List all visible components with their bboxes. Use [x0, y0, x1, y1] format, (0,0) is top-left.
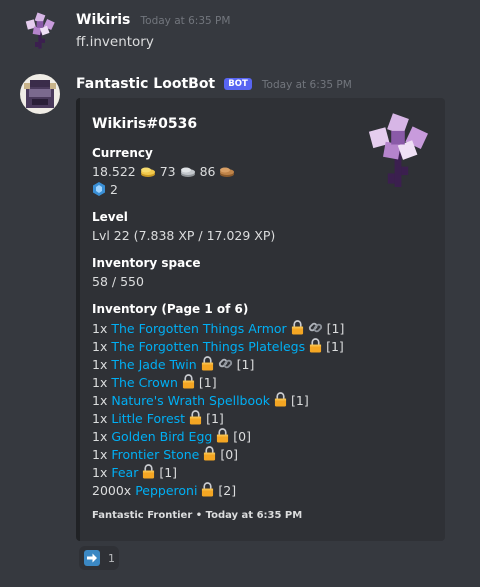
item-link[interactable]: The Crown: [111, 375, 178, 390]
inventory-item: 1x Golden Bird Egg [0]: [92, 428, 344, 446]
item-count: [1]: [198, 375, 217, 390]
item-link[interactable]: The Forgotten Things Armor: [111, 321, 286, 336]
user-author-name[interactable]: Wikiris: [76, 12, 130, 28]
item-count: [1]: [326, 339, 344, 354]
currency-row: 18.522 73 86: [92, 164, 235, 179]
currency-gold-value: 18.522: [92, 164, 136, 179]
item-quantity: 1x: [92, 339, 108, 354]
lock-icon: [201, 356, 214, 371]
bot-badge: BOT: [224, 78, 252, 90]
flower-avatar-icon: [20, 12, 60, 52]
user-message: Wikiris Today at 6:35 PM ff.inventory: [0, 0, 480, 64]
lock-icon: [309, 338, 322, 353]
item-count: [2]: [218, 483, 237, 498]
item-count: [1]: [236, 357, 255, 372]
lock-icon: [203, 446, 216, 461]
level-label: Level: [92, 210, 128, 224]
item-quantity: 1x: [92, 393, 108, 408]
user-avatar[interactable]: [20, 12, 60, 52]
inventory-item: 2000x Pepperoni [2]: [92, 482, 344, 500]
inventory-label: Inventory (Page 1 of 6): [92, 302, 249, 316]
user-timestamp: Today at 6:35 PM: [140, 15, 231, 27]
silver-coin-icon: [180, 167, 195, 177]
item-count: [1]: [291, 393, 309, 408]
currency-silver-value: 73: [159, 164, 176, 179]
bronze-coin-icon: [220, 167, 235, 177]
inventory-item: 1x The Forgotten Things Armor [1]: [92, 320, 344, 338]
item-quantity: 2000x: [92, 483, 132, 498]
chain-icon: [308, 320, 323, 335]
item-link[interactable]: The Jade Twin: [111, 357, 196, 372]
chain-icon: [218, 356, 233, 371]
currency-label: Currency: [92, 146, 153, 160]
item-count: [1]: [326, 321, 345, 336]
lock-icon: [142, 464, 155, 479]
reaction-button[interactable]: 1: [79, 546, 119, 570]
reaction-count: 1: [108, 551, 115, 565]
level-value: Lvl 22 (7.838 XP / 17.029 XP): [92, 228, 276, 243]
embed-title: Wikiris#0536: [92, 116, 198, 132]
item-link[interactable]: Fear: [111, 465, 138, 480]
gem-icon: [93, 182, 105, 196]
flower-thumbnail-icon[interactable]: [364, 112, 432, 194]
lock-icon: [216, 428, 229, 443]
inventory-item: 1x The Forgotten Things Platelegs [1]: [92, 338, 344, 356]
inventory-space-value: 58 / 550: [92, 274, 144, 289]
item-quantity: 1x: [92, 375, 108, 390]
item-quantity: 1x: [92, 357, 108, 372]
item-count: [1]: [206, 411, 224, 426]
bot-timestamp: Today at 6:35 PM: [261, 79, 352, 91]
currency-bronze-value: 86: [199, 164, 216, 179]
currency-gem-value: 2: [109, 182, 118, 197]
lootbot-avatar-icon: [20, 74, 60, 114]
inventory-item: 1x Frontier Stone [0]: [92, 446, 344, 464]
inventory-item: 1x Nature's Wrath Spellbook [1]: [92, 392, 344, 410]
gold-coin-icon: [140, 167, 155, 177]
bot-message-header: Fantastic LootBot BOT Today at 6:35 PM: [76, 76, 352, 92]
item-count: [0]: [233, 429, 252, 444]
gem-row: 2: [92, 182, 118, 197]
inventory-item: 1x Little Forest [1]: [92, 410, 344, 428]
item-quantity: 1x: [92, 321, 108, 336]
item-quantity: 1x: [92, 411, 108, 426]
lock-icon: [189, 410, 202, 425]
lock-icon: [291, 320, 304, 335]
item-link[interactable]: Pepperoni: [135, 483, 197, 498]
user-message-content: ff.inventory: [76, 34, 154, 50]
lock-icon: [182, 374, 195, 389]
item-count: [0]: [220, 447, 239, 462]
item-link[interactable]: Golden Bird Egg: [111, 429, 212, 444]
bot-author-name[interactable]: Fantastic LootBot: [76, 76, 215, 92]
inventory-item: 1x The Jade Twin [1]: [92, 356, 344, 374]
lock-icon: [274, 392, 287, 407]
embed-footer: Fantastic Frontier • Today at 6:35 PM: [92, 510, 303, 521]
item-quantity: 1x: [92, 447, 108, 462]
item-quantity: 1x: [92, 465, 108, 480]
inventory-embed: Wikiris#0536 Currency 18.522 73 86 2 Lev…: [76, 98, 445, 541]
item-count: [1]: [159, 465, 178, 480]
inventory-item: 1x Fear [1]: [92, 464, 344, 482]
item-quantity: 1x: [92, 429, 108, 444]
inventory-item: 1x The Crown [1]: [92, 374, 344, 392]
lock-icon: [201, 482, 214, 497]
item-link[interactable]: Frontier Stone: [111, 447, 199, 462]
item-link[interactable]: Nature's Wrath Spellbook: [111, 393, 270, 408]
inventory-list: 1x The Forgotten Things Armor [1] 1x The …: [92, 320, 344, 500]
item-link[interactable]: Little Forest: [111, 411, 185, 426]
arrow-right-emoji-icon: [84, 550, 100, 566]
item-link[interactable]: The Forgotten Things Platelegs: [111, 339, 305, 354]
inventory-space-label: Inventory space: [92, 256, 201, 270]
user-message-header: Wikiris Today at 6:35 PM: [76, 12, 230, 28]
bot-avatar[interactable]: [20, 74, 60, 114]
